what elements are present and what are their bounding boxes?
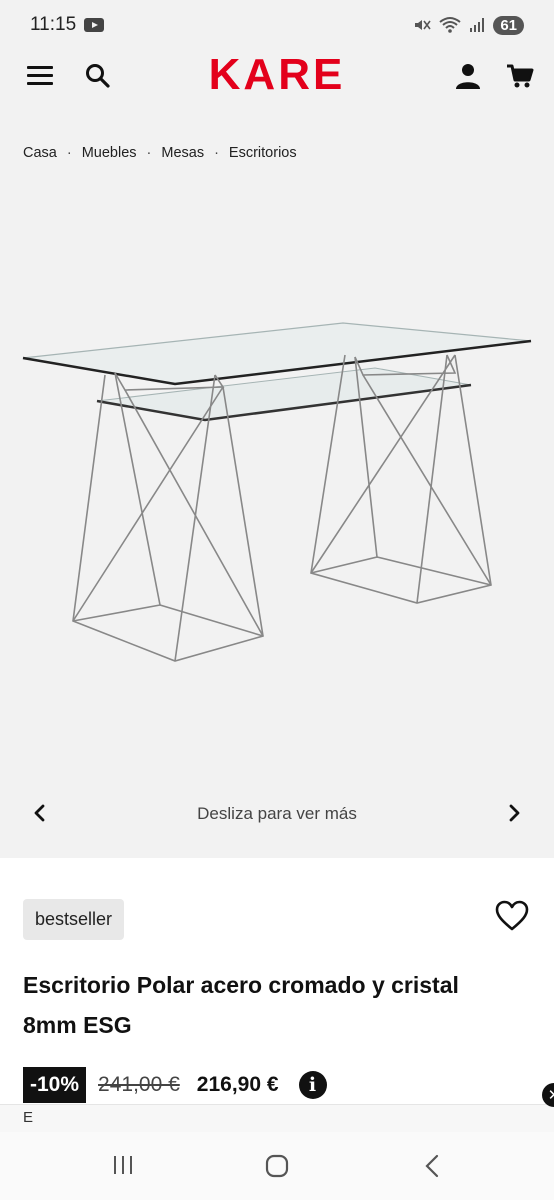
status-indicators: 61 bbox=[413, 15, 524, 35]
status-time: 11:15 bbox=[30, 14, 77, 35]
original-price: 241,00 € bbox=[98, 1073, 180, 1096]
battery-indicator: 61 bbox=[493, 15, 524, 35]
info-icon[interactable]: i bbox=[298, 1071, 327, 1099]
menu-icon[interactable] bbox=[27, 66, 53, 85]
heart-icon[interactable] bbox=[495, 900, 529, 932]
recent-apps-icon[interactable] bbox=[112, 1154, 134, 1176]
kare-logo[interactable]: KARE bbox=[182, 52, 372, 98]
popup-text: E bbox=[23, 1109, 34, 1126]
youtube-notification-icon bbox=[84, 18, 105, 32]
search-icon[interactable] bbox=[84, 62, 112, 90]
bestseller-badge: bestseller bbox=[23, 899, 125, 940]
breadcrumb-separator: · bbox=[146, 145, 152, 161]
user-icon[interactable] bbox=[454, 62, 482, 90]
system-navigation-bar bbox=[0, 1132, 554, 1200]
product-image[interactable] bbox=[15, 315, 545, 675]
back-icon[interactable] bbox=[421, 1154, 443, 1178]
sale-price: 216,90 € bbox=[196, 1073, 279, 1096]
breadcrumb-muebles[interactable]: Muebles bbox=[82, 145, 137, 161]
site-header: KARE bbox=[0, 50, 554, 100]
discount-badge: -10% bbox=[23, 1067, 87, 1103]
cart-icon[interactable] bbox=[506, 63, 534, 89]
mute-icon bbox=[415, 20, 431, 30]
bottom-popup: E bbox=[0, 1104, 554, 1132]
swipe-hint: Desliza para ver más bbox=[197, 804, 357, 823]
price-row: -10% 241,00 € 216,90 € i bbox=[23, 1066, 327, 1104]
wifi-icon bbox=[439, 17, 461, 33]
product-gallery: Casa · Muebles · Mesas · Escritorios Des… bbox=[0, 100, 554, 858]
home-icon[interactable] bbox=[265, 1154, 289, 1178]
signal-icon bbox=[470, 18, 485, 32]
product-title: Escritorio Polar acero cromado y cristal… bbox=[23, 972, 459, 1038]
status-bar: 11:15 61 bbox=[0, 0, 554, 50]
breadcrumb-casa[interactable]: Casa bbox=[23, 145, 57, 161]
breadcrumb: Casa · Muebles · Mesas · Escritorios bbox=[23, 145, 297, 161]
breadcrumb-separator: · bbox=[214, 145, 219, 161]
breadcrumb-mesas[interactable]: Mesas bbox=[161, 145, 204, 161]
breadcrumb-escritorios[interactable]: Escritorios bbox=[229, 145, 297, 161]
breadcrumb-separator: · bbox=[66, 145, 72, 161]
chevron-right-icon[interactable] bbox=[503, 802, 525, 824]
